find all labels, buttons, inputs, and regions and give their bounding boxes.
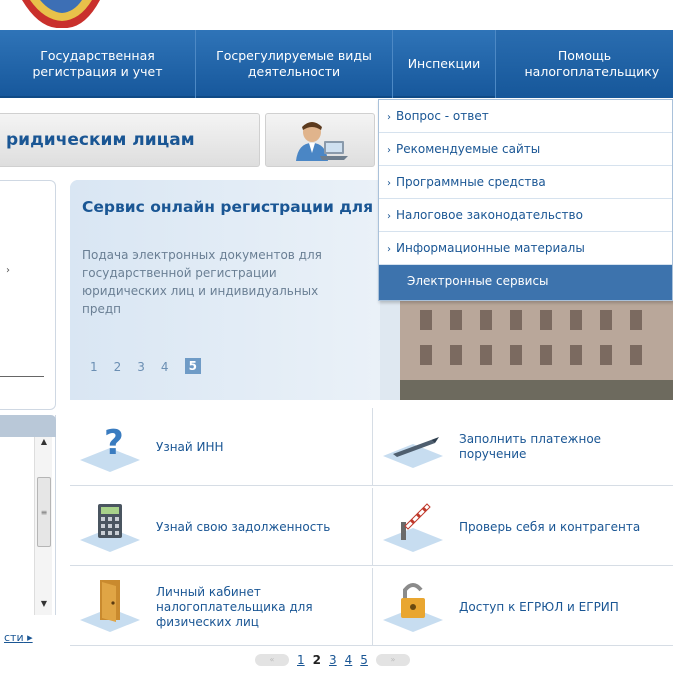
chevron-right-icon[interactable]: › [6, 265, 10, 276]
menu-item-e-services[interactable]: Электронные сервисы [379, 265, 672, 300]
help-dropdown-menu: › Вопрос - ответ › Рекомендуемые сайты › Пр… [378, 99, 673, 301]
menu-item-label: Программные средства [396, 175, 546, 189]
service-personal-account[interactable]: Личный кабинет налогоплательщика для физ… [70, 568, 373, 646]
menu-item-tax-legislation[interactable]: › Налоговое законодательство [379, 199, 672, 232]
page-title: ридическим лицам [0, 113, 260, 167]
service-label: Проверь себя и контрагента [459, 519, 641, 534]
scrollbar[interactable]: ▲ ≡ ▼ [34, 437, 52, 615]
scroll-up-icon[interactable]: ▲ [35, 437, 53, 453]
service-label: Узнай свою задолженность [156, 519, 331, 534]
chevron-right-icon: › [387, 178, 391, 189]
top-navigation: Государственная регистрация и учет Госре… [0, 30, 673, 98]
next-page-icon[interactable]: » [375, 654, 410, 666]
slide-page-2[interactable]: 2 [114, 360, 122, 374]
scroll-down-icon[interactable]: ▼ [35, 599, 53, 615]
left-scroll-box: ▲ ≡ ▼ [0, 415, 56, 615]
chevron-right-icon: › [387, 112, 391, 123]
menu-item-label: Информационные материалы [396, 241, 585, 255]
user-tile[interactable] [265, 113, 375, 167]
left-panel: › [0, 180, 56, 410]
page-link-5[interactable]: 5 [360, 653, 368, 667]
services-grid: ? Узнай ИНН Заполнить платежное поручени… [70, 408, 673, 650]
left-column: › ▲ ≡ ▼ сти ▸ [0, 180, 56, 650]
page-link-2: 2 [312, 653, 321, 667]
nav-regulated-activities-label: Госрегулируемые виды деятельности [216, 48, 372, 79]
scroll-thumb[interactable]: ≡ [37, 477, 51, 547]
nav-registration[interactable]: Государственная регистрация и учет [0, 30, 196, 98]
question-icon: ? [80, 423, 140, 472]
service-label: Личный кабинет налогоплательщика для физ… [156, 584, 313, 629]
service-label: Доступ к ЕГРЮЛ и ЕГРИП [459, 599, 619, 614]
service-label: Заполнить платежное поручение [459, 432, 602, 461]
nav-taxpayer-help-label: Помощь налогоплательщику [524, 48, 660, 79]
page-link-1[interactable]: 1 [297, 653, 305, 667]
chevron-right-icon: › [387, 211, 391, 222]
divider [0, 376, 44, 377]
menu-item-recommended-sites[interactable]: › Рекомендуемые сайты [379, 133, 672, 166]
chevron-right-icon: › [387, 145, 391, 156]
menu-item-label: Вопрос - ответ [396, 109, 489, 123]
menu-item-label: Электронные сервисы [407, 274, 549, 288]
door-icon [80, 580, 140, 632]
nav-regulated-activities[interactable]: Госрегулируемые виды деятельности [196, 30, 393, 98]
service-check-debt[interactable]: Узнай свою задолженность [70, 488, 373, 566]
user-icon [296, 122, 348, 161]
menu-item-software[interactable]: › Программные средства [379, 166, 672, 199]
slide-title[interactable]: Сервис онлайн регистрации для [82, 198, 373, 216]
left-more-link-text: сти [4, 631, 24, 644]
left-more-link[interactable]: сти ▸ [4, 631, 33, 644]
slide-description: Подача электронных документов для госуда… [82, 248, 322, 316]
slide-page-4[interactable]: 4 [161, 360, 169, 374]
service-check-counterparty[interactable]: Проверь себя и контрагента [373, 488, 673, 566]
lock-icon [383, 583, 443, 632]
nav-registration-label: Государственная регистрация и учет [32, 48, 163, 79]
slide-pager: 1 2 3 4 5 [90, 358, 201, 374]
prev-page-icon[interactable]: « [255, 654, 289, 666]
menu-item-label: Рекомендуемые сайты [396, 142, 541, 156]
service-label: Узнай ИНН [156, 439, 224, 454]
emblem-logo [22, 0, 100, 28]
pen-icon [383, 437, 443, 468]
left-box-header [0, 415, 56, 437]
nav-inspections[interactable]: Инспекции [393, 30, 496, 98]
nav-taxpayer-help[interactable]: Помощь налогоплательщику [496, 30, 673, 98]
services-pager: « 1 2 3 4 5 » [255, 653, 410, 667]
service-egrul-access[interactable]: Доступ к ЕГРЮЛ и ЕГРИП [373, 568, 673, 646]
svg-text:?: ? [104, 423, 124, 463]
page-title-text: ридическим лицам [6, 130, 195, 150]
menu-item-info-materials[interactable]: › Информационные материалы [379, 232, 672, 265]
slide-page-3[interactable]: 3 [137, 360, 145, 374]
slide-page-5[interactable]: 5 [184, 358, 201, 374]
slide-page-1[interactable]: 1 [90, 360, 98, 374]
service-payment-order[interactable]: Заполнить платежное поручение [373, 408, 673, 486]
barrier-icon [383, 503, 443, 552]
calculator-icon [80, 504, 140, 552]
nav-inspections-label: Инспекции [407, 56, 481, 71]
page-link-3[interactable]: 3 [329, 653, 337, 667]
menu-item-faq[interactable]: › Вопрос - ответ [379, 100, 672, 133]
menu-item-label: Налоговое законодательство [396, 208, 583, 222]
service-find-inn[interactable]: ? Узнай ИНН [70, 408, 373, 486]
page-link-4[interactable]: 4 [345, 653, 353, 667]
slide-text-panel: Сервис онлайн регистрации для Подача эле… [70, 180, 380, 400]
chevron-right-icon: › [387, 244, 391, 255]
